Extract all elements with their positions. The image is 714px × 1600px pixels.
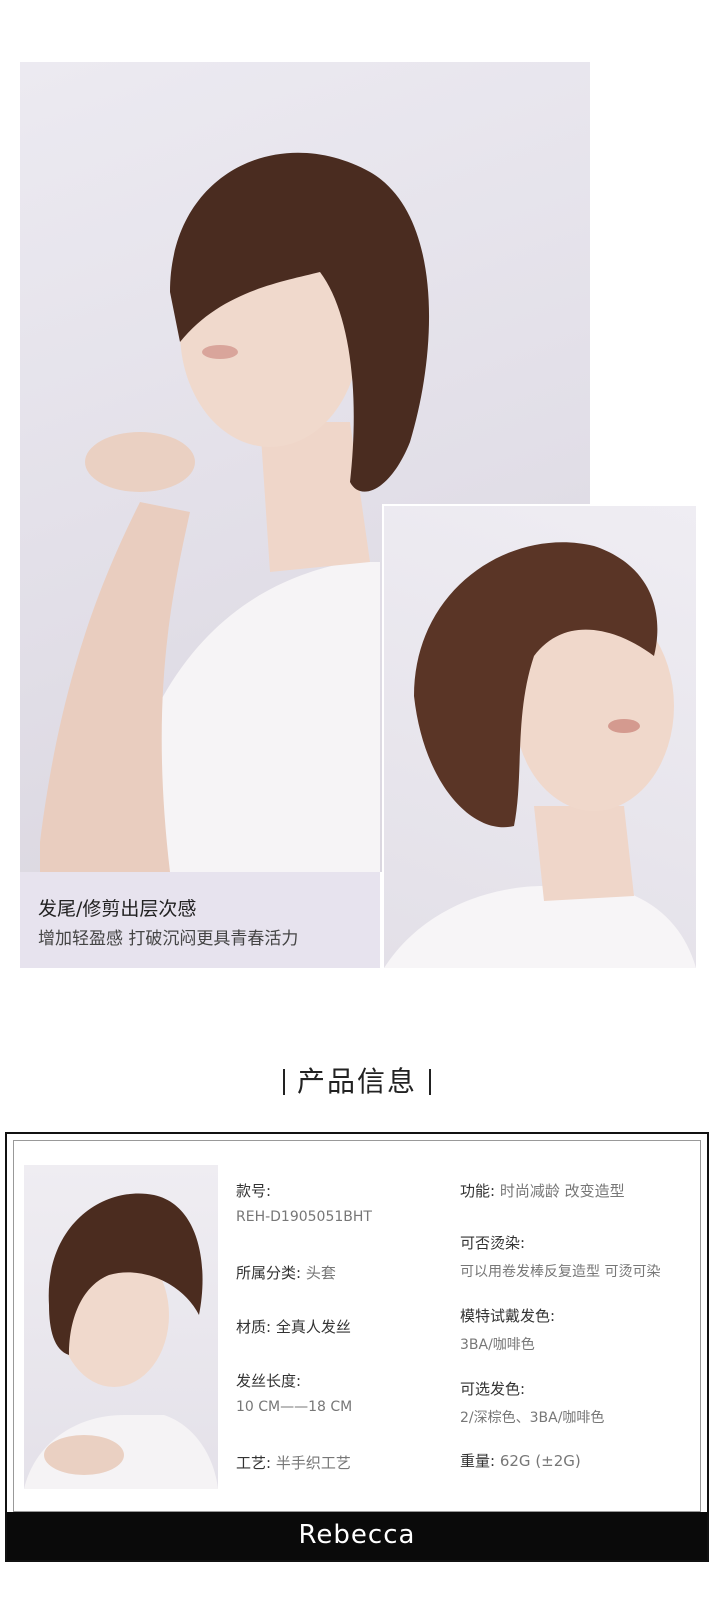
color-options-label: 可选发色:	[460, 1380, 526, 1398]
caption-title: 发尾/修剪出层次感	[38, 898, 197, 920]
field-function: 功能: 时尚减龄 改变造型	[460, 1180, 625, 1201]
brand-logo: Rebecca	[298, 1520, 416, 1550]
craft-label: 工艺:	[236, 1454, 272, 1472]
section-title-text: 产品信息	[296, 1065, 417, 1098]
weight-label: 重量:	[460, 1452, 496, 1470]
field-hair-length: 发丝长度: 10 CM——18 CM	[236, 1370, 352, 1415]
thumbnail-illustration	[24, 1193, 218, 1489]
material-label: 材质:	[236, 1318, 272, 1336]
caption-subtitle: 增加轻盈感 打破沉闷更具青春活力	[38, 929, 299, 949]
function-value: 时尚减龄 改变造型	[499, 1182, 625, 1200]
product-thumbnail	[24, 1165, 218, 1489]
caption-box: 发尾/修剪出层次感 增加轻盈感 打破沉闷更具青春活力	[20, 872, 380, 968]
divider-left	[282, 1069, 285, 1095]
divider-right	[429, 1069, 431, 1095]
model-number-label: 款号:	[236, 1182, 272, 1200]
model-color-value: 3BA/咖啡色	[460, 1337, 535, 1353]
material-value: 全真人发丝	[275, 1318, 351, 1336]
model-color-label: 模特试戴发色:	[460, 1307, 556, 1325]
field-material: 材质: 全真人发丝	[236, 1316, 351, 1337]
hair-length-label: 发丝长度:	[236, 1372, 302, 1390]
field-model-color: 模特试戴发色: 3BA/咖啡色	[460, 1305, 555, 1354]
color-options-value: 2/深棕色、3BA/咖啡色	[460, 1410, 605, 1426]
field-craft: 工艺: 半手织工艺	[236, 1452, 351, 1473]
section-title: 产品信息	[0, 1060, 714, 1100]
brand-footer: Rebecca	[7, 1512, 707, 1560]
weight-value: 62G (±2G)	[499, 1452, 581, 1470]
hair-length-value: 10 CM——18 CM	[236, 1399, 353, 1415]
craft-value: 半手织工艺	[275, 1454, 351, 1472]
category-value: 头套	[305, 1264, 336, 1282]
model-number-value: REH-D1905051BHT	[236, 1209, 372, 1225]
field-color-options: 可选发色: 2/深棕色、3BA/咖啡色	[460, 1378, 604, 1427]
field-weight: 重量: 62G (±2G)	[460, 1450, 581, 1471]
function-label: 功能:	[460, 1182, 496, 1200]
field-category: 所属分类: 头套	[236, 1262, 336, 1283]
category-label: 所属分类:	[236, 1264, 302, 1282]
inset-illustration	[384, 542, 696, 968]
perm-dye-label: 可否烫染:	[460, 1234, 526, 1252]
field-model-number: 款号: REH-D1905051BHT	[236, 1180, 372, 1225]
perm-dye-value: 可以用卷发棒反复造型 可烫可染	[460, 1264, 661, 1280]
field-perm-dye: 可否烫染: 可以用卷发棒反复造型 可烫可染	[460, 1232, 660, 1281]
inset-model-photo	[382, 504, 698, 970]
